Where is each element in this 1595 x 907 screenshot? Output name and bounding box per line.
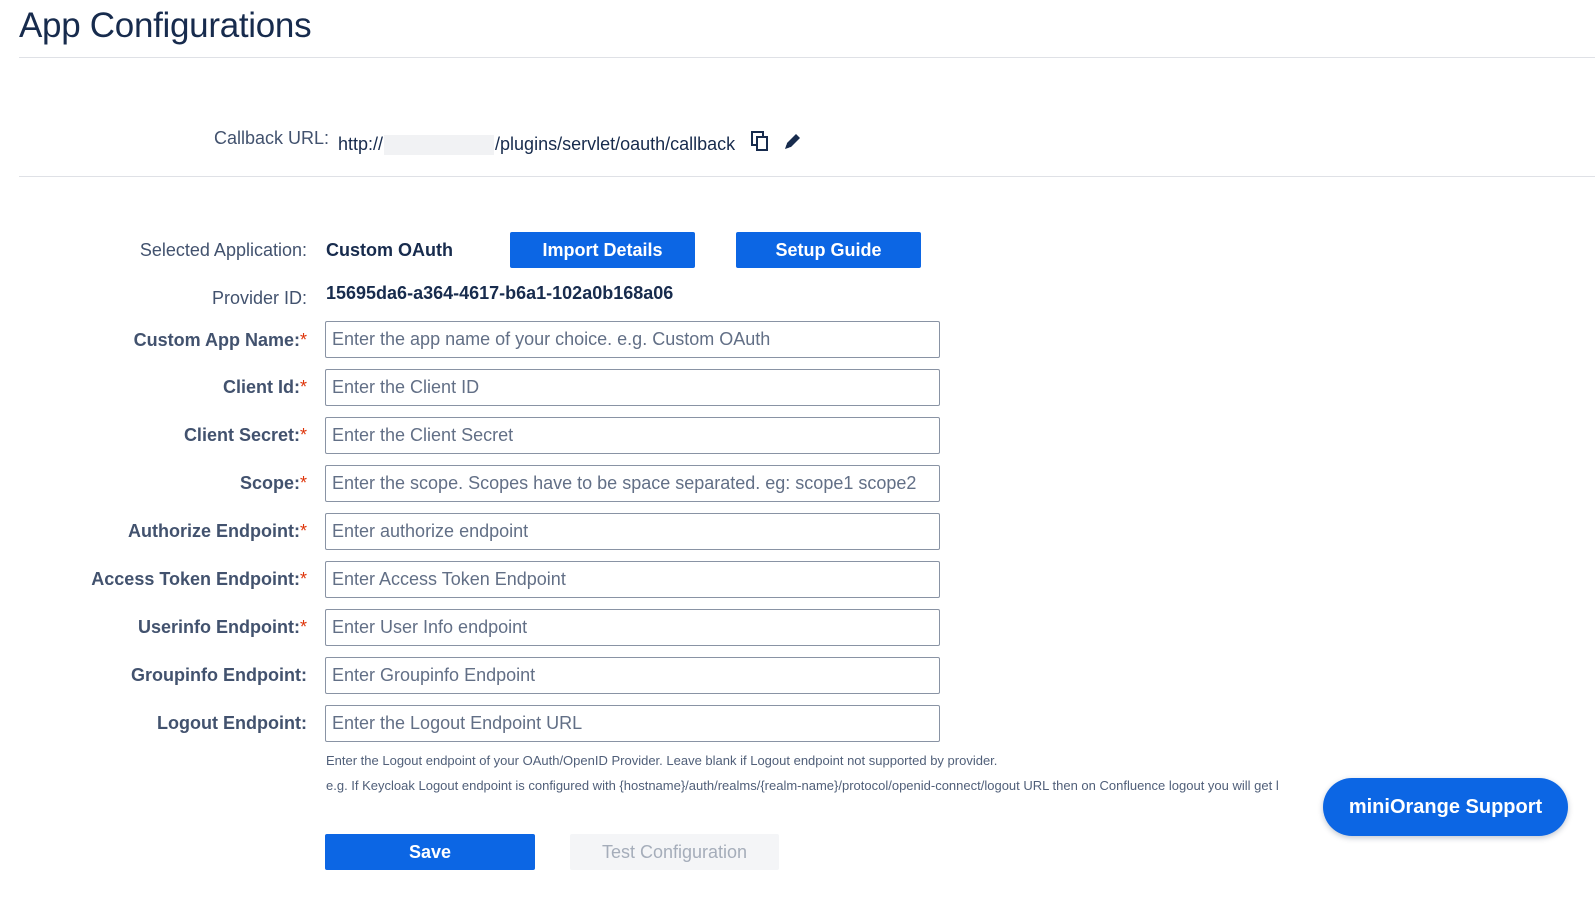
callback-divider	[19, 176, 1595, 177]
app-configurations-page: App Configurations Callback URL: http://…	[0, 0, 1595, 907]
access-token-endpoint-label: Access Token Endpoint:*	[91, 569, 307, 589]
callback-url-prefix: http://	[338, 134, 384, 154]
callback-url-value: http:// /plugins/servlet/oauth/callback	[338, 134, 735, 155]
callback-url-label: Callback URL:	[214, 128, 330, 148]
scope-input[interactable]	[325, 465, 940, 502]
save-button[interactable]: Save	[325, 834, 535, 870]
scope-label: Scope:*	[239, 473, 307, 493]
logout-endpoint-label: Logout Endpoint:	[157, 713, 307, 733]
logout-example-text: e.g. If Keycloak Logout endpoint is conf…	[326, 778, 1279, 793]
selected-application-label: Selected Application:	[139, 240, 307, 260]
test-configuration-button[interactable]: Test Configuration	[570, 834, 779, 870]
copy-icon[interactable]	[751, 131, 769, 156]
custom-app-name-input[interactable]	[325, 321, 940, 358]
miniorange-support-button[interactable]: miniOrange Support	[1323, 778, 1568, 836]
selected-application-value: Custom OAuth	[326, 240, 453, 260]
authorize-endpoint-input[interactable]	[325, 513, 940, 550]
userinfo-endpoint-label: Userinfo Endpoint:*	[138, 617, 307, 637]
provider-id-label: Provider ID:	[211, 288, 307, 308]
authorize-endpoint-label: Authorize Endpoint:*	[128, 521, 307, 541]
client-secret-input[interactable]	[325, 417, 940, 454]
setup-guide-button[interactable]: Setup Guide	[736, 232, 921, 268]
import-details-button[interactable]: Import Details	[510, 232, 695, 268]
provider-id-value: 15695da6-a364-4617-b6a1-102a0b168a06	[326, 283, 674, 303]
callback-url-suffix: /plugins/servlet/oauth/callback	[495, 134, 736, 154]
groupinfo-endpoint-input[interactable]	[325, 657, 940, 694]
redacted-hostname	[384, 134, 495, 155]
userinfo-endpoint-input[interactable]	[325, 609, 940, 646]
custom-app-name-label: Custom App Name:*	[133, 330, 307, 350]
groupinfo-endpoint-label: Groupinfo Endpoint:	[131, 665, 307, 685]
title-divider	[19, 57, 1595, 58]
client-id-input[interactable]	[325, 369, 940, 406]
logout-endpoint-input[interactable]	[325, 705, 940, 742]
access-token-endpoint-input[interactable]	[325, 561, 940, 598]
edit-pencil-icon[interactable]	[783, 131, 803, 156]
logout-help-text: Enter the Logout endpoint of your OAuth/…	[326, 753, 998, 768]
page-title: App Configurations	[19, 6, 312, 45]
client-secret-label: Client Secret:*	[183, 425, 307, 445]
client-id-label: Client Id:*	[222, 377, 307, 397]
